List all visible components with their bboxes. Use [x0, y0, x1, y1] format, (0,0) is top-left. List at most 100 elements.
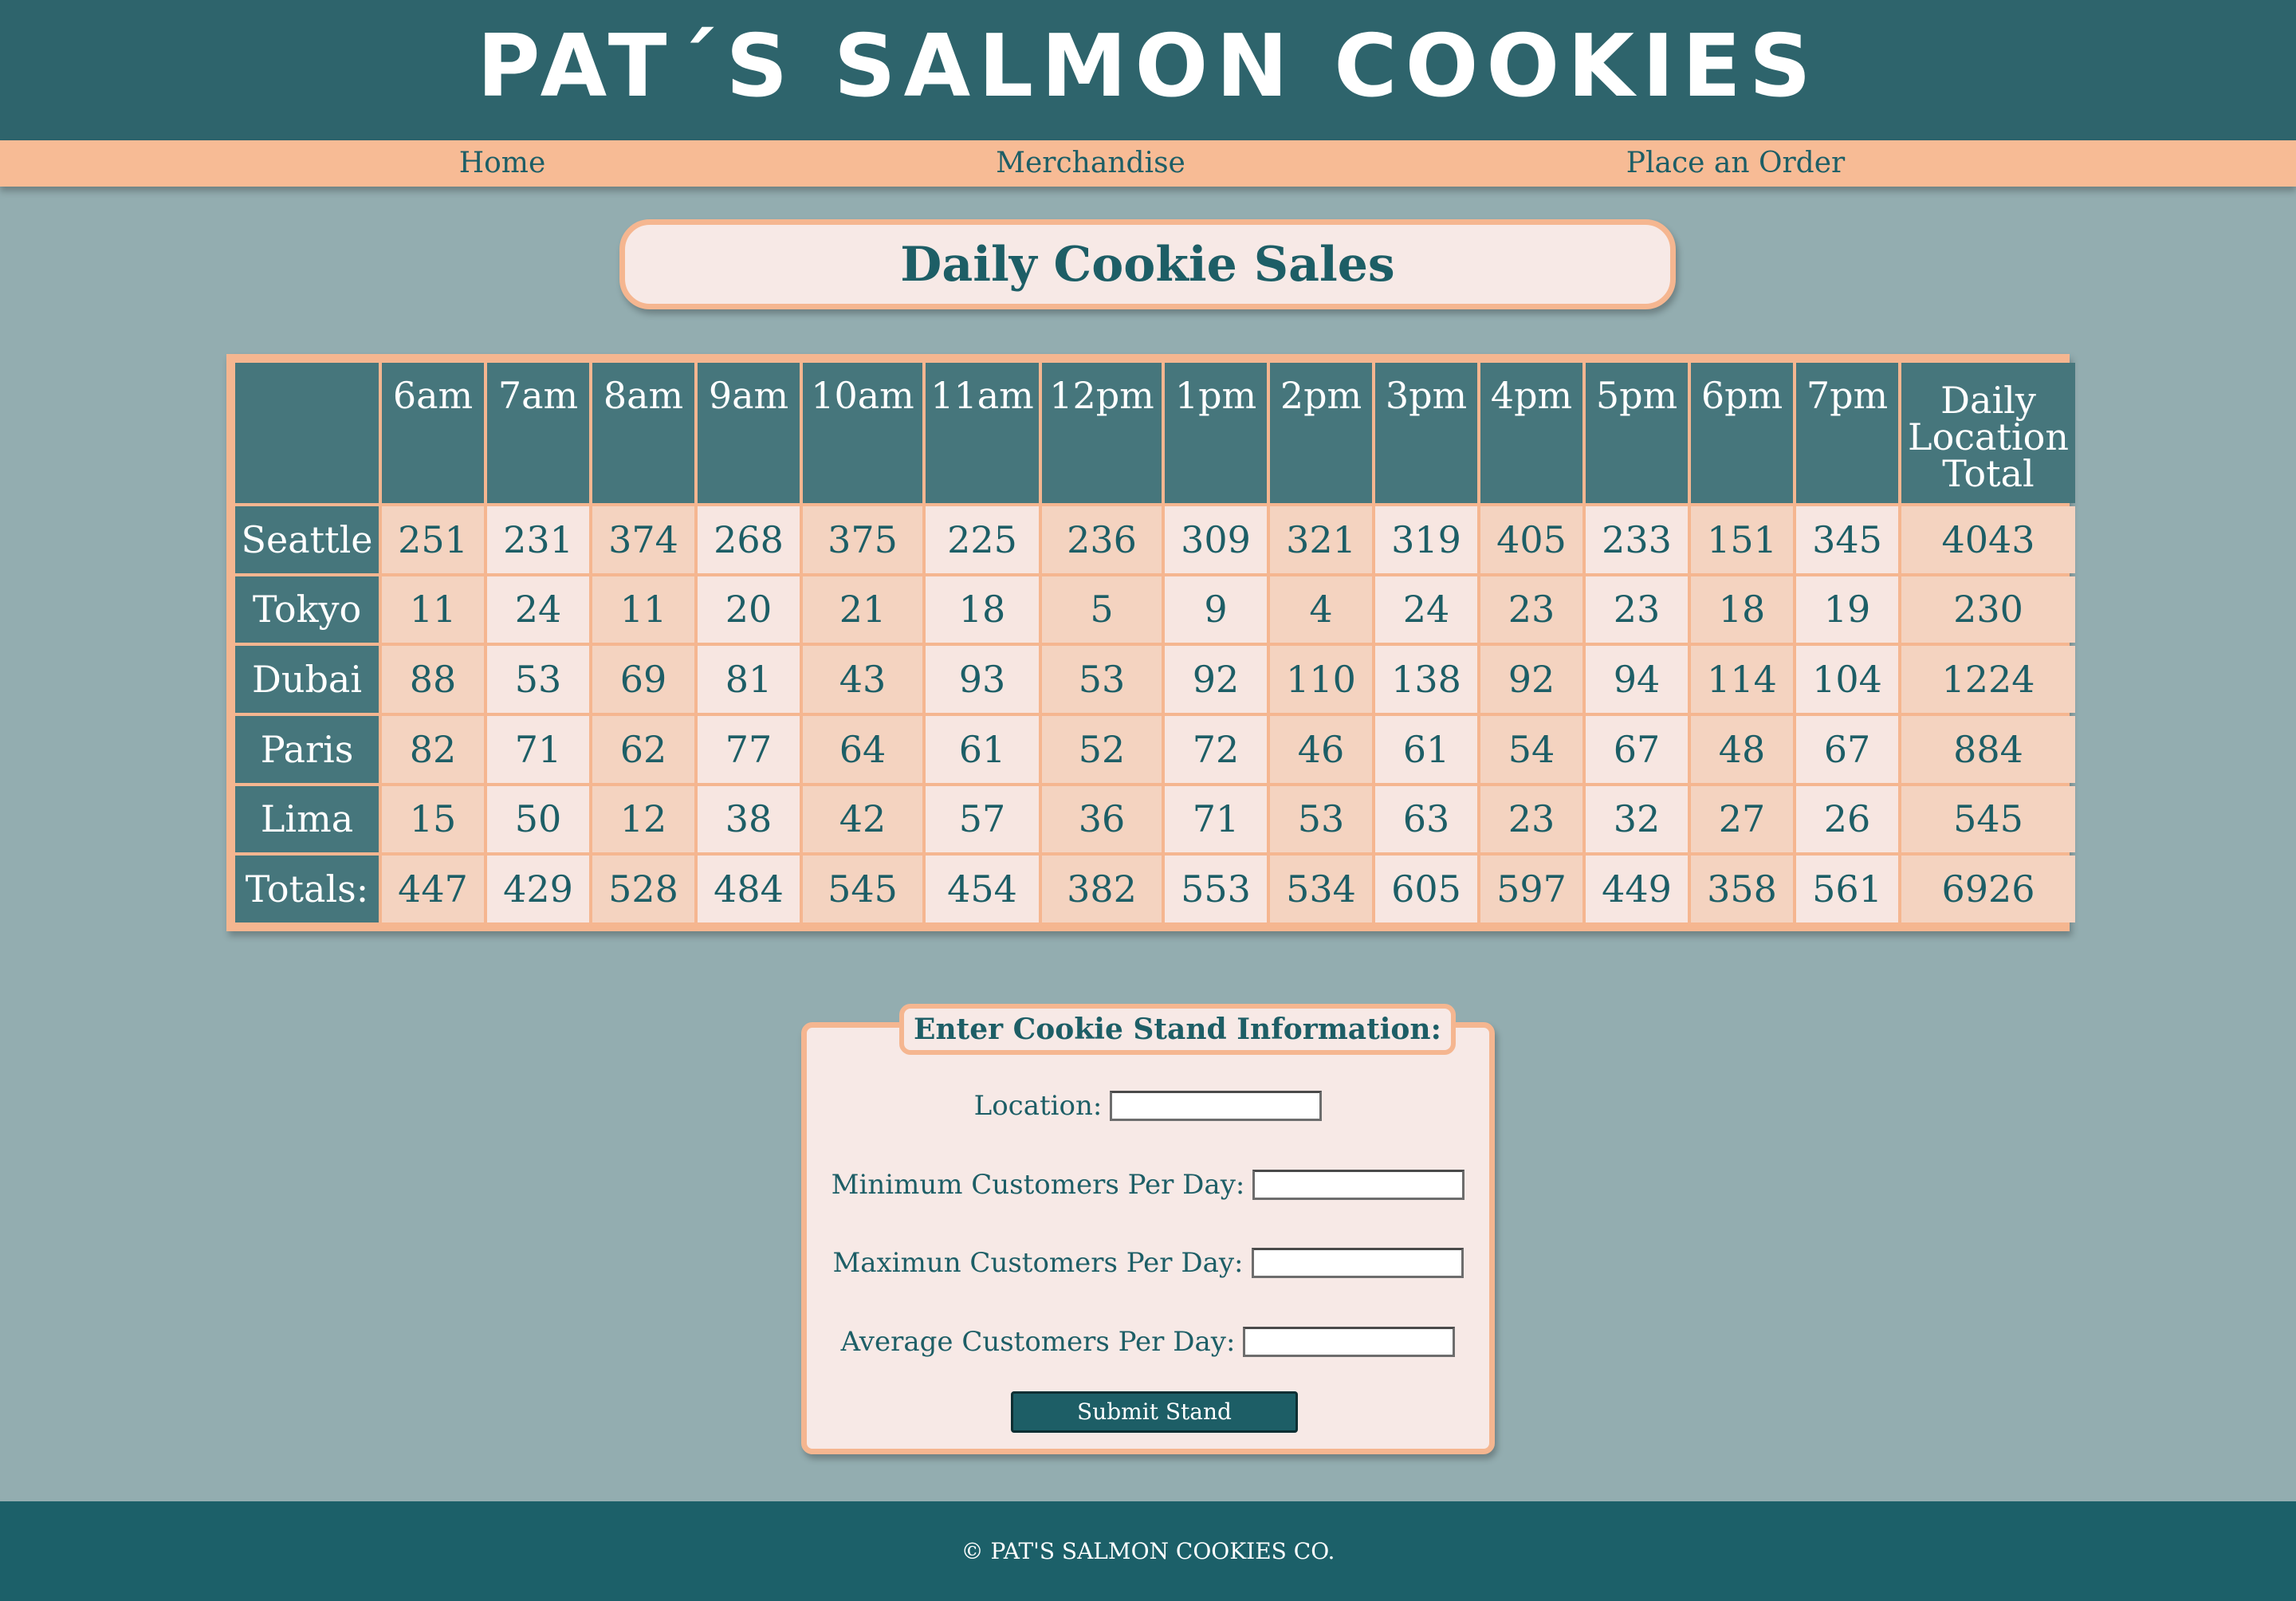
table-cell: 528 — [592, 856, 694, 922]
table-cell: 77 — [698, 715, 800, 783]
column-header: 10am — [803, 363, 922, 503]
page-title: Daily Cookie Sales — [900, 236, 1395, 293]
table-header-row: 6am 7am 8am 9am 10am 11am 12pm 1pm 2pm 3pm 4pm 5pm 6… — [235, 363, 2075, 503]
table-cell: 71 — [487, 715, 589, 783]
table-cell: 69 — [592, 646, 694, 713]
column-header: 2pm — [1270, 363, 1372, 503]
table-cell: 449 — [1586, 856, 1688, 922]
table-cell: 21 — [803, 576, 922, 643]
table-cell: 225 — [926, 506, 1039, 573]
table-cell: 405 — [1480, 506, 1582, 573]
table-cell: 53 — [1042, 646, 1162, 713]
table-cell: 38 — [698, 785, 800, 853]
table-cell: 429 — [487, 856, 589, 922]
table-cell: 114 — [1691, 646, 1793, 713]
table-cell: 92 — [1165, 646, 1267, 713]
location-total-cell: 6926 — [1901, 856, 2075, 922]
table-cell: 67 — [1796, 715, 1898, 783]
column-header: 9am — [698, 363, 800, 503]
row-header: Seattle — [235, 506, 379, 573]
table-cell: 251 — [382, 506, 484, 573]
table-cell: 358 — [1691, 856, 1793, 922]
table-cell: 484 — [698, 856, 800, 922]
table-cell: 72 — [1165, 715, 1267, 783]
table-cell: 545 — [803, 856, 922, 922]
column-header: 12pm — [1042, 363, 1162, 503]
column-header: 11am — [926, 363, 1039, 503]
table-cell: 4 — [1270, 576, 1372, 643]
table-cell: 231 — [487, 506, 589, 573]
table-cell: 61 — [926, 715, 1039, 783]
table-cell: 138 — [1375, 646, 1477, 713]
avg-customers-field-row: Average Customers Per Day: — [807, 1326, 1489, 1358]
table-cell: 605 — [1375, 856, 1477, 922]
table-cell: 20 — [698, 576, 800, 643]
table-row: Tokyo 11 24 11 20 21 18 5 9 4 24 23 23 18 19 230 — [235, 576, 2075, 643]
table-corner-cell — [235, 363, 379, 503]
table-cell: 57 — [926, 785, 1039, 853]
totals-row: Totals: 447 429 528 484 545 454 382 553 534 605 597… — [235, 856, 2075, 922]
table-cell: 561 — [1796, 856, 1898, 922]
submit-stand-button[interactable]: Submit Stand — [1011, 1391, 1298, 1433]
table-cell: 15 — [382, 785, 484, 853]
table-row: Seattle 251 231 374 268 375 225 236 309 321 319 405… — [235, 506, 2075, 573]
table-cell: 104 — [1796, 646, 1898, 713]
table-row: Paris 82 71 62 77 64 61 52 72 46 61 54 67 48 67 884 — [235, 715, 2075, 783]
table-cell: 11 — [592, 576, 694, 643]
table-cell: 110 — [1270, 646, 1372, 713]
table-cell: 67 — [1586, 715, 1688, 783]
table-cell: 553 — [1165, 856, 1267, 922]
nav-link-home[interactable]: Home — [459, 140, 546, 187]
table-cell: 50 — [487, 785, 589, 853]
table-cell: 233 — [1586, 506, 1688, 573]
table-cell: 236 — [1042, 506, 1162, 573]
avg-customers-input[interactable] — [1243, 1327, 1456, 1357]
column-header-daily-total-line: Total — [1942, 452, 2035, 495]
table-cell: 447 — [382, 856, 484, 922]
table-cell: 32 — [1586, 785, 1688, 853]
table-cell: 18 — [1691, 576, 1793, 643]
table-cell: 23 — [1480, 576, 1582, 643]
table-row: Lima 15 50 12 38 42 57 36 71 53 63 23 32 27 26 545 — [235, 785, 2075, 853]
column-header: 1pm — [1165, 363, 1267, 503]
table-cell: 48 — [1691, 715, 1793, 783]
location-field-row: Location: — [807, 1090, 1489, 1122]
column-header: 4pm — [1480, 363, 1582, 503]
max-customers-label: Maximun Customers Per Day: — [832, 1247, 1244, 1279]
site-header: PAT´S SALMON COOKIES — [0, 0, 2296, 140]
footer-copyright: © PAT'S SALMON COOKIES CO. — [961, 1538, 1335, 1564]
location-total-cell: 4043 — [1901, 506, 2075, 573]
table-cell: 309 — [1165, 506, 1267, 573]
min-customers-label: Minimum Customers Per Day: — [831, 1169, 1245, 1201]
location-total-cell: 884 — [1901, 715, 2075, 783]
nav-link-place-order[interactable]: Place an Order — [1626, 140, 1845, 187]
table-cell: 53 — [1270, 785, 1372, 853]
table-cell: 94 — [1586, 646, 1688, 713]
row-header: Tokyo — [235, 576, 379, 643]
cookie-stand-form: Enter Cookie Stand Information: Location… — [801, 1004, 1495, 1454]
table-cell: 81 — [698, 646, 800, 713]
table-cell: 11 — [382, 576, 484, 643]
location-total-cell: 230 — [1901, 576, 2075, 643]
table-cell: 42 — [803, 785, 922, 853]
table-cell: 9 — [1165, 576, 1267, 643]
table-cell: 151 — [1691, 506, 1793, 573]
table-cell: 27 — [1691, 785, 1793, 853]
column-header: 7pm — [1796, 363, 1898, 503]
max-customers-input[interactable] — [1251, 1248, 1464, 1278]
column-header: 6am — [382, 363, 484, 503]
table-cell: 5 — [1042, 576, 1162, 643]
table-cell: 375 — [803, 506, 922, 573]
nav-link-merchandise[interactable]: Merchandise — [996, 140, 1185, 187]
location-input[interactable] — [1110, 1091, 1323, 1121]
table-cell: 43 — [803, 646, 922, 713]
min-customers-input[interactable] — [1252, 1170, 1465, 1200]
table-cell: 92 — [1480, 646, 1582, 713]
table-row: Dubai 88 53 69 81 43 93 53 92 110 138 92 94 114 104 122… — [235, 646, 2075, 713]
table-cell: 64 — [803, 715, 922, 783]
table-cell: 345 — [1796, 506, 1898, 573]
column-header: 8am — [592, 363, 694, 503]
row-header: Totals: — [235, 856, 379, 922]
table-cell: 62 — [592, 715, 694, 783]
table-cell: 454 — [926, 856, 1039, 922]
